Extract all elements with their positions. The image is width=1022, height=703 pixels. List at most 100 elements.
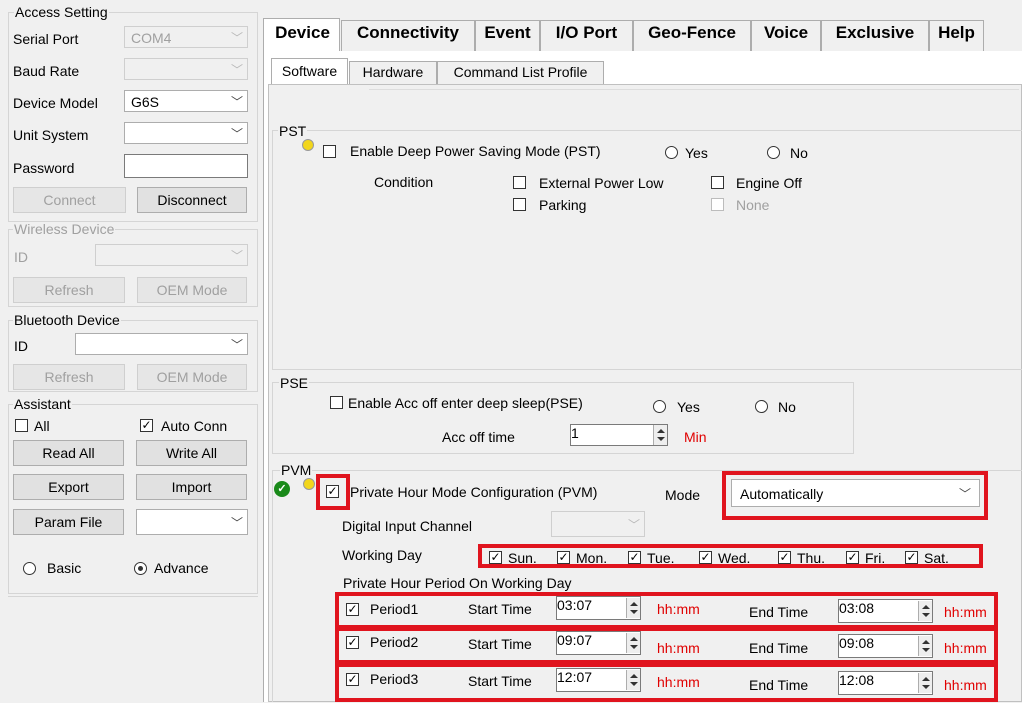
device-model-label: Device Model xyxy=(13,95,98,111)
chevron-down-icon: ﹀ xyxy=(230,516,243,530)
password-field[interactable] xyxy=(124,154,248,178)
wireless-id-select[interactable]: ﹀ xyxy=(95,244,248,266)
pse-yes-label: Yes xyxy=(677,399,700,415)
advance-radio[interactable] xyxy=(134,562,147,575)
chevron-down-icon: ﹀ xyxy=(230,31,243,45)
connect-button[interactable]: Connect xyxy=(13,187,126,213)
acc-off-time-label: Acc off time xyxy=(442,429,515,445)
tab-connectivity-label: Connectivity xyxy=(356,23,460,42)
tab-event-label: Event xyxy=(484,23,531,42)
password-label: Password xyxy=(13,160,75,176)
bluetooth-id-select[interactable]: ﹀ xyxy=(75,333,248,355)
chevron-down-icon: ﹀ xyxy=(230,249,243,263)
engine-off-checkbox[interactable] xyxy=(711,176,724,189)
tab-help-label: Help xyxy=(938,23,975,42)
pst-group xyxy=(272,130,1022,370)
lightbulb-icon xyxy=(302,139,314,151)
none-label: None xyxy=(736,197,770,213)
auto-conn-checkbox[interactable]: ✓ xyxy=(140,419,153,432)
export-button[interactable]: Export xyxy=(13,474,124,500)
basic-radio[interactable] xyxy=(23,562,36,575)
baud-rate-select[interactable]: ﹀ xyxy=(124,58,248,80)
acc-off-time-input[interactable]: 1 xyxy=(570,424,668,446)
chevron-down-icon: ﹀ xyxy=(230,63,243,77)
radio-selected-dot xyxy=(138,566,143,571)
pvm-mode-label: Mode xyxy=(665,487,701,503)
pvm-mode-highlight xyxy=(722,471,988,520)
pse-no-radio[interactable] xyxy=(755,400,768,413)
wireless-id-label: ID xyxy=(14,249,28,265)
unit-system-select[interactable]: ﹀ xyxy=(124,122,248,144)
subtab-software-label: Software xyxy=(281,63,338,79)
pst-condition-label: Condition xyxy=(374,174,434,190)
all-checkbox[interactable] xyxy=(15,419,28,432)
pst-yes-label: Yes xyxy=(685,145,708,161)
clipped-row-remnant xyxy=(369,85,1019,90)
pse-title: PSE xyxy=(279,375,310,391)
auto-conn-label: Auto Conn xyxy=(161,418,228,434)
wireless-device-title: Wireless Device xyxy=(13,221,116,237)
write-all-button[interactable]: Write All xyxy=(136,440,247,466)
pst-enable-label: Enable Deep Power Saving Mode (PST) xyxy=(350,143,601,159)
chevron-down-icon: ﹀ xyxy=(627,518,640,532)
subtab-hardware-label: Hardware xyxy=(362,64,424,80)
pst-enable-checkbox[interactable] xyxy=(323,145,336,158)
read-all-button[interactable]: Read All xyxy=(13,440,124,466)
left-panel-bottom xyxy=(8,596,258,703)
digital-input-channel-label: Digital Input Channel xyxy=(342,518,472,534)
digital-input-channel-select[interactable]: ﹀ xyxy=(551,511,645,537)
assistant-title: Assistant xyxy=(13,396,72,412)
chevron-down-icon: ﹀ xyxy=(230,127,243,141)
wireless-refresh-button[interactable]: Refresh xyxy=(13,277,125,303)
subtab-command-list-profile-label: Command List Profile xyxy=(453,64,588,80)
external-power-low-label: External Power Low xyxy=(539,175,664,191)
pse-enable-label: Enable Acc off enter deep sleep(PSE) xyxy=(348,395,583,411)
parking-label: Parking xyxy=(539,197,587,213)
external-power-low-checkbox[interactable] xyxy=(513,176,526,189)
serial-port-select[interactable]: COM4 ﹀ xyxy=(124,26,248,48)
bluetooth-device-title: Bluetooth Device xyxy=(13,312,121,328)
disconnect-button[interactable]: Disconnect xyxy=(137,187,247,213)
working-day-highlight xyxy=(478,544,983,568)
pse-yes-radio[interactable] xyxy=(653,400,666,413)
access-setting-title: Access Setting xyxy=(14,4,109,20)
param-file-button[interactable]: Param File xyxy=(13,509,124,535)
spinner-icon[interactable] xyxy=(653,425,667,445)
bluetooth-oem-mode-button[interactable]: OEM Mode xyxy=(137,364,247,390)
lightbulb-icon xyxy=(303,478,315,490)
param-file-select[interactable]: ﹀ xyxy=(136,509,248,535)
working-day-label: Working Day xyxy=(342,547,422,563)
unit-system-label: Unit System xyxy=(13,127,89,143)
import-button[interactable]: Import xyxy=(136,474,247,500)
serial-port-label: Serial Port xyxy=(13,31,79,47)
parking-checkbox[interactable] xyxy=(513,198,526,211)
tab-io-port-label: I/O Port xyxy=(555,23,618,42)
wireless-oem-mode-button[interactable]: OEM Mode xyxy=(137,277,247,303)
serial-port-value: COM4 xyxy=(131,30,172,46)
device-model-value: G6S xyxy=(131,94,160,110)
basic-label: Basic xyxy=(47,560,82,576)
pvm-title: PVM xyxy=(280,462,313,478)
tab-voice-label: Voice xyxy=(763,23,809,42)
pvm-enable-highlight xyxy=(316,474,350,510)
all-label: All xyxy=(34,418,50,434)
pst-no-radio[interactable] xyxy=(767,146,780,159)
device-model-select[interactable]: G6S ﹀ xyxy=(124,90,248,112)
chevron-down-icon: ﹀ xyxy=(230,95,243,109)
tab-geo-fence-label: Geo-Fence xyxy=(648,23,736,42)
engine-off-label: Engine Off xyxy=(736,175,802,191)
period1-highlight xyxy=(335,592,998,629)
advance-label: Advance xyxy=(154,560,209,576)
pse-enable-checkbox[interactable] xyxy=(330,396,343,409)
pst-title: PST xyxy=(278,123,308,139)
bluetooth-refresh-button[interactable]: Refresh xyxy=(13,364,125,390)
period-header-label: Private Hour Period On Working Day xyxy=(343,575,572,591)
bluetooth-id-label: ID xyxy=(14,338,28,354)
tab-exclusive-label: Exclusive xyxy=(835,23,915,42)
pse-group xyxy=(272,382,854,454)
baud-rate-label: Baud Rate xyxy=(13,63,80,79)
pvm-enable-label: Private Hour Mode Configuration (PVM) xyxy=(350,484,598,500)
acc-off-time-unit: Min xyxy=(684,429,707,445)
pst-yes-radio[interactable] xyxy=(665,146,678,159)
none-checkbox[interactable] xyxy=(711,198,724,211)
